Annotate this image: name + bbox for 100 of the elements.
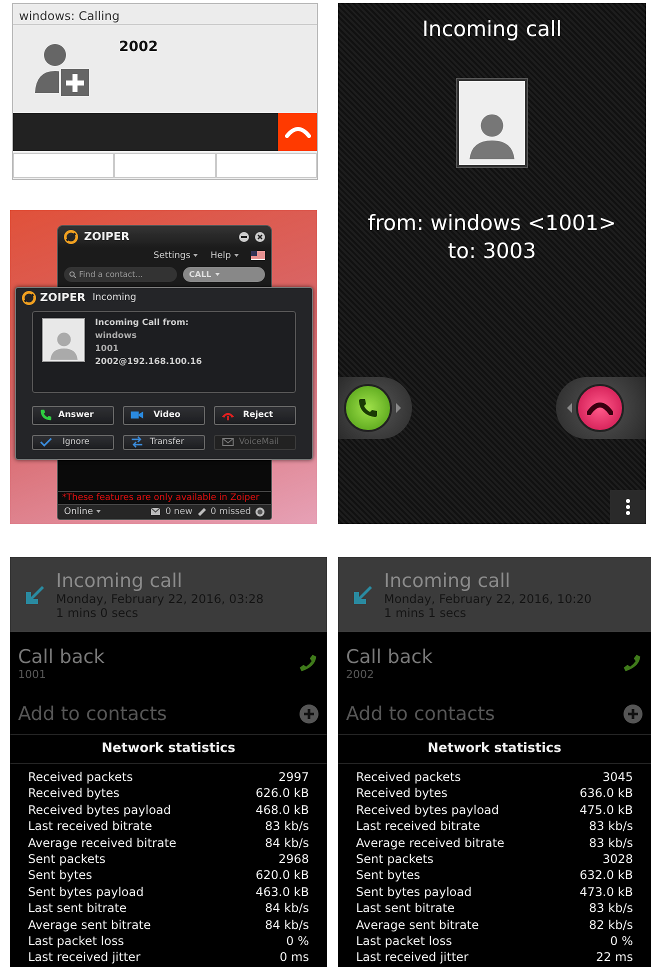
dialog-title: Network statistics <box>10 739 327 764</box>
stat-label: Last received bitrate <box>28 818 152 835</box>
hang-up-icon <box>284 126 310 138</box>
ignore-button[interactable]: Ignore <box>32 434 114 450</box>
stat-label: Sent bytes <box>28 867 92 884</box>
call-back-item[interactable]: Call back 1001 <box>10 632 327 694</box>
stat-value: 620.0 kB <box>256 867 309 884</box>
stat-label: Received bytes <box>28 785 120 802</box>
call-back-item[interactable]: Call back 2002 <box>338 632 651 694</box>
stat-label: Last received jitter <box>28 949 140 966</box>
caret-icon <box>193 254 198 258</box>
stat-label: Received bytes <box>356 785 448 802</box>
call-back-number: 2002 <box>346 668 375 680</box>
stat-label: Received packets <box>356 769 461 786</box>
swap-arrows-icon <box>130 435 144 450</box>
stat-label: Received bytes payload <box>356 802 500 818</box>
contact-search-field[interactable]: Find a contact... <box>64 266 177 282</box>
stat-value: 0 % <box>286 932 309 950</box>
caller-name: windows <box>95 330 138 341</box>
dialog-title: Incoming <box>92 292 136 304</box>
stat-value: 22 ms <box>596 949 633 966</box>
add-contact-label: Add to contacts <box>346 703 495 725</box>
messages-icon <box>151 507 162 516</box>
screen-title: Incoming call <box>422 17 562 41</box>
video-button[interactable]: Video <box>123 406 205 425</box>
stat-value: 475.0 kB <box>580 802 633 818</box>
call-back-label: Call back <box>18 646 105 668</box>
stat-value: 83 kb/s <box>589 834 633 851</box>
feature-notice: *These features are only available in Zoiper <box>58 490 271 505</box>
stat-label: Last received bitrate <box>356 818 480 835</box>
answer-button[interactable]: Answer <box>32 406 114 425</box>
stat-value: 84 kb/s <box>265 900 309 917</box>
flag-icon[interactable] <box>251 251 265 260</box>
contact-number: 2002 <box>119 39 158 55</box>
stat-value: 3045 <box>602 769 633 786</box>
app-brand: ZOIPER <box>84 230 130 244</box>
stat-value: 0 ms <box>280 949 309 966</box>
incoming-arrow-icon <box>352 584 374 606</box>
stat-label: Sent bytes <box>356 867 420 884</box>
stat-value: 473.0 kB <box>580 884 633 900</box>
caret-icon <box>96 510 102 514</box>
call-type: Incoming call <box>56 570 184 592</box>
stat-value: 82 kb/s <box>589 916 633 933</box>
caller-heading: Incoming Call from: <box>95 318 190 328</box>
stat-value: 468.0 kB <box>256 802 309 818</box>
status-menu[interactable]: Online <box>64 506 102 517</box>
hang-up-button[interactable] <box>278 113 317 151</box>
reject-button[interactable]: Reject <box>214 406 296 425</box>
plus-circle-icon <box>623 704 643 724</box>
add-contact-label: Add to contacts <box>18 703 167 725</box>
minimize-icon[interactable] <box>239 232 249 242</box>
stat-value: 2968 <box>278 850 309 868</box>
stat-value: 84 kb/s <box>265 834 309 851</box>
plus-circle-icon <box>299 704 319 724</box>
stat-label: Sent bytes payload <box>356 884 472 900</box>
stat-label: Received packets <box>28 769 133 786</box>
missed-calls-count: 0 missed <box>210 506 251 517</box>
stat-value: 84 kb/s <box>265 916 309 933</box>
menu-item[interactable]: Settings <box>154 250 198 261</box>
reject-slider-handle[interactable] <box>556 377 646 439</box>
stat-label: Average sent bitrate <box>356 916 479 933</box>
stat-value: 3028 <box>602 850 633 868</box>
callee-to: to: 3003 <box>448 239 536 263</box>
stat-value: 2997 <box>278 769 309 786</box>
account-address: 2002@192.168.100.16 <box>95 356 202 367</box>
menu-item[interactable]: Help <box>210 250 239 261</box>
call-back-number: 1001 <box>18 668 47 680</box>
close-icon[interactable] <box>255 232 265 242</box>
stat-label: Received bytes payload <box>28 802 172 818</box>
app-logo-icon <box>64 230 78 244</box>
dialog-title: Network statistics <box>338 739 651 764</box>
stat-label: Last sent bitrate <box>356 900 455 917</box>
stat-label: Sent packets <box>28 850 106 868</box>
app-logo-icon <box>22 290 36 305</box>
transfer-button[interactable]: Transfer <box>123 434 205 450</box>
caller-from: from: windows <1001> <box>368 211 616 235</box>
overflow-menu-button[interactable] <box>610 490 646 524</box>
stat-label: Last packet loss <box>28 932 124 950</box>
call-type: Incoming call <box>384 570 512 592</box>
stat-label: Average sent bitrate <box>28 916 151 933</box>
menu-icon <box>626 499 630 515</box>
stat-label: Last packet loss <box>356 932 452 950</box>
presence-icon[interactable] <box>255 506 265 517</box>
stat-value: 83 kb/s <box>589 900 633 917</box>
stat-value: 0 % <box>610 932 633 950</box>
stat-value: 83 kb/s <box>589 818 633 835</box>
answer-slider-handle[interactable] <box>338 377 412 439</box>
stat-label: Last received jitter <box>356 949 468 966</box>
caret-icon <box>234 254 239 258</box>
stat-value: 636.0 kB <box>580 785 633 802</box>
stat-value: 463.0 kB <box>256 884 309 900</box>
stat-label: Last sent bitrate <box>28 900 127 917</box>
caller-number: 1001 <box>95 344 120 354</box>
app-brand: ZOIPER <box>40 291 86 304</box>
call-back-label: Call back <box>346 646 433 668</box>
stat-label: Average received bitrate <box>28 834 176 851</box>
stat-label: Sent packets <box>356 850 434 868</box>
caret-icon <box>215 272 220 276</box>
stat-label: Average received bitrate <box>356 834 504 851</box>
incoming-arrow-icon <box>24 584 46 606</box>
